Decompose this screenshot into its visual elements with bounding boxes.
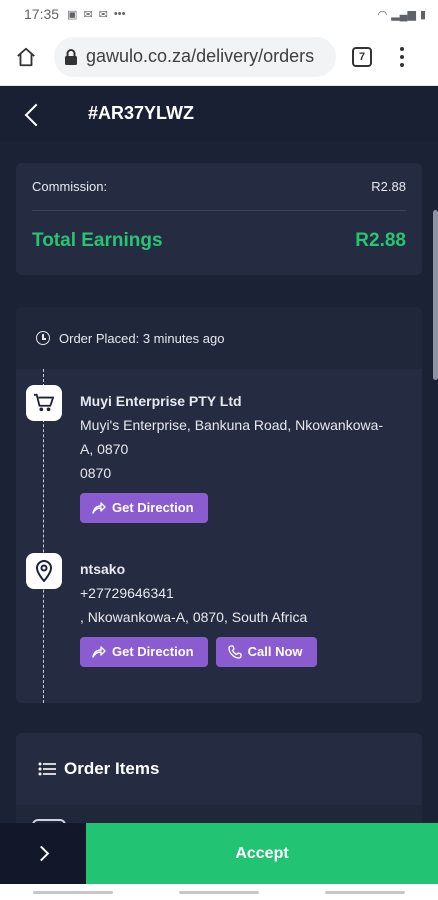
- bottom-action-bar: Accept: [0, 823, 438, 884]
- scrollbar[interactable]: [433, 210, 438, 380]
- pickup-name: Muyi Enterprise PTY Ltd: [80, 393, 242, 409]
- browser-menu-button[interactable]: [392, 46, 412, 67]
- accept-button[interactable]: Accept: [86, 823, 438, 884]
- order-items-title: Order Items: [64, 759, 160, 778]
- order-items-card: Order Items: [16, 733, 422, 823]
- list-icon: [38, 762, 56, 776]
- dropoff-details: ntsako +27729646341 , Nkowankowa-A, 0870…: [80, 557, 410, 667]
- total-earnings-value: R2.88: [355, 230, 406, 251]
- system-navigation-bar: [0, 884, 438, 900]
- nav-recents[interactable]: [33, 890, 113, 894]
- order-route-card: Order Placed: 3 minutes ago Muyi Enterpr…: [16, 307, 422, 703]
- order-items-list: [16, 805, 422, 823]
- location-pin-icon: [26, 553, 62, 589]
- url-text: gawulo.co.za/delivery/orders: [86, 46, 315, 66]
- total-earnings-label: Total Earnings: [32, 230, 163, 251]
- order-placed-text: Order Placed: 3 minutes ago: [59, 330, 225, 346]
- pickup-details: Muyi Enterprise PTY Ltd Muyi's Enterpris…: [80, 389, 410, 523]
- commission-row: Commission: R2.88: [32, 163, 406, 211]
- nav-home[interactable]: [179, 890, 259, 894]
- dropoff-get-direction-button[interactable]: Get Direction: [80, 637, 208, 667]
- dropoff-phone: +27729646341: [80, 585, 174, 601]
- dropoff-address: , Nkowankowa-A, 0870, South Africa: [80, 609, 308, 625]
- order-placed-row: Order Placed: 3 minutes ago: [16, 307, 422, 369]
- earnings-card: Commission: R2.88 Total Earnings R2.88: [16, 163, 422, 275]
- battery-icon: ▮: [419, 8, 426, 21]
- signal-icon: ▂▄▆: [391, 8, 416, 21]
- app-header: #AR37YLWZ: [0, 86, 438, 141]
- wifi-icon: ◠: [377, 8, 388, 21]
- clock-icon: [36, 331, 50, 345]
- lock-icon: [65, 48, 77, 65]
- pickup-postal: 0870: [80, 465, 112, 481]
- more-notifications-icon: •••: [113, 7, 126, 20]
- main-content[interactable]: Commission: R2.88 Total Earnings R2.88 O…: [0, 141, 438, 823]
- share-arrow-icon: [92, 646, 106, 658]
- pickup-address-line1: Muyi's Enterprise, Bankuna Road, Nkowank…: [80, 417, 384, 433]
- order-id-title: #AR37YLWZ: [88, 103, 195, 123]
- next-button[interactable]: [0, 823, 86, 884]
- notification-icons: ▣ ✉ ✉ •••: [67, 8, 125, 21]
- mail-icon-2: ✉: [98, 8, 108, 21]
- commission-label: Commission:: [32, 179, 108, 194]
- nav-back[interactable]: [325, 890, 405, 894]
- address-bar[interactable]: gawulo.co.za/delivery/orders: [54, 36, 336, 77]
- dropoff-name: ntsako: [80, 561, 126, 577]
- browser-toolbar: gawulo.co.za/delivery/orders 7: [0, 28, 438, 86]
- tab-switcher-button[interactable]: 7: [352, 46, 372, 67]
- status-time: 17:35: [24, 6, 60, 22]
- chevron-right-icon: [33, 845, 49, 862]
- call-now-button[interactable]: Call Now: [215, 637, 317, 667]
- call-now-label: Call Now: [247, 644, 303, 659]
- commission-value: R2.88: [371, 179, 406, 194]
- pickup-address-line2: A, 0870: [80, 441, 129, 457]
- system-icons: ◠ ▂▄▆ ▮: [378, 8, 426, 21]
- order-items-header: Order Items: [16, 733, 422, 805]
- shopping-cart-icon: [26, 385, 62, 421]
- image-icon: ▣: [67, 8, 78, 21]
- phone-icon: [227, 645, 242, 659]
- home-icon: [17, 47, 35, 66]
- status-bar: 17:35 ▣ ✉ ✉ ••• ◠ ▂▄▆ ▮: [0, 0, 438, 28]
- pickup-get-direction-label: Get Direction: [112, 500, 194, 515]
- total-earnings-row: Total Earnings R2.88: [32, 211, 406, 271]
- mail-icon: ✉: [83, 8, 93, 21]
- home-button[interactable]: [10, 41, 42, 73]
- dropoff-get-direction-label: Get Direction: [112, 644, 194, 659]
- back-arrow-icon[interactable]: [24, 103, 48, 126]
- pickup-get-direction-button[interactable]: Get Direction: [80, 493, 208, 523]
- share-arrow-icon: [92, 502, 106, 514]
